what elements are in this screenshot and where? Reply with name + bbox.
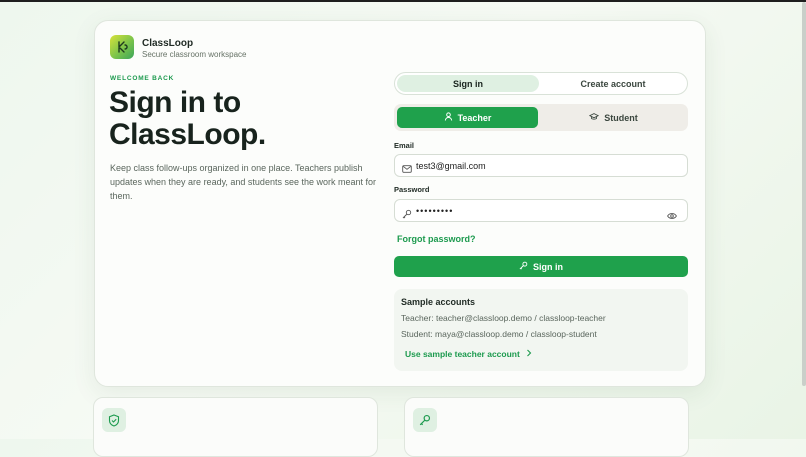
password-value: ••••••••• bbox=[416, 206, 454, 216]
forgot-password-link[interactable]: Forgot password? bbox=[397, 234, 476, 244]
eye-icon[interactable] bbox=[667, 207, 677, 219]
sample-teacher-credentials: Teacher: teacher@classloop.demo / classl… bbox=[401, 313, 606, 323]
user-icon bbox=[444, 112, 453, 123]
graduation-cap-icon bbox=[589, 112, 600, 123]
key-icon bbox=[413, 408, 437, 432]
sign-in-button[interactable]: Sign in bbox=[394, 256, 688, 277]
sample-student-credentials: Student: maya@classloop.demo / classloop… bbox=[401, 329, 597, 339]
role-student-label: Student bbox=[604, 112, 638, 123]
key-icon bbox=[519, 261, 528, 272]
browser-top-edge bbox=[0, 0, 806, 2]
email-field[interactable]: test3@gmail.com bbox=[394, 154, 688, 177]
mail-icon bbox=[402, 161, 412, 173]
tab-create-account[interactable]: Create account bbox=[541, 75, 685, 92]
sample-accounts-panel: Sample accounts Teacher: teacher@classlo… bbox=[394, 289, 688, 371]
chevron-right-icon bbox=[526, 349, 532, 359]
auth-tabs: Sign in Create account bbox=[394, 72, 688, 95]
email-value: test3@gmail.com bbox=[416, 161, 486, 171]
feature-card-privacy bbox=[93, 397, 378, 457]
auth-panel: Sign in Create account Teacher Student E… bbox=[94, 20, 704, 385]
sign-in-button-label: Sign in bbox=[533, 261, 563, 272]
shield-check-icon bbox=[102, 408, 126, 432]
feature-card-access bbox=[404, 397, 689, 457]
password-label: Password bbox=[394, 185, 430, 194]
role-teacher-label: Teacher bbox=[457, 112, 492, 123]
password-field[interactable]: ••••••••• bbox=[394, 199, 688, 222]
role-selector: Teacher Student bbox=[394, 104, 688, 131]
sample-accounts-title: Sample accounts bbox=[401, 297, 476, 307]
use-sample-teacher-link[interactable]: Use sample teacher account bbox=[405, 349, 532, 359]
use-sample-teacher-label: Use sample teacher account bbox=[405, 349, 520, 359]
role-student-button[interactable]: Student bbox=[542, 107, 685, 128]
email-label: Email bbox=[394, 141, 415, 150]
page-scrollbar[interactable] bbox=[802, 2, 806, 386]
role-teacher-button[interactable]: Teacher bbox=[397, 107, 538, 128]
key-icon bbox=[402, 206, 412, 219]
tab-sign-in[interactable]: Sign in bbox=[397, 75, 539, 92]
